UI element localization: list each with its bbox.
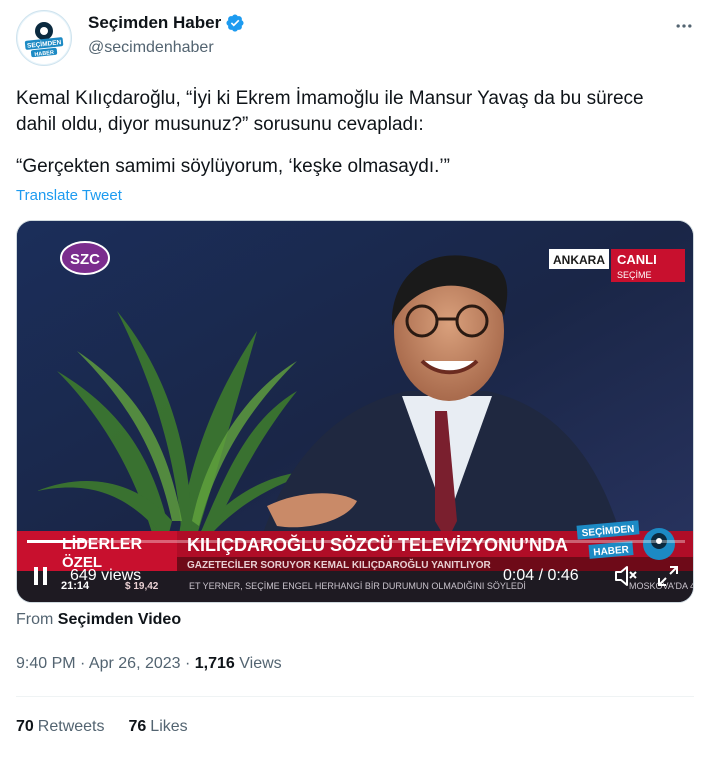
author-name-row: Seçimden Haber xyxy=(88,13,245,33)
program-title-line-1: LİDERLER xyxy=(62,535,142,553)
progress-fill xyxy=(27,540,85,543)
expand-icon xyxy=(658,566,678,586)
retweets-label: Retweets xyxy=(37,718,105,735)
subheadline: GAZETECİLER SORUYOR KEMAL KILIÇDAROĞLU Y… xyxy=(187,558,491,571)
author-handle[interactable]: @secimdenhaber xyxy=(88,39,214,57)
retweets-stat[interactable]: 70 Retweets xyxy=(16,718,105,736)
tweet-paragraph-1: Kemal Kılıçdaroğlu, “İyi ki Ekrem İmamoğ… xyxy=(16,88,644,135)
tweet-meta: 9:40 PM · Apr 26, 2023 · 1,716 Views xyxy=(16,655,282,673)
source-prefix: From xyxy=(16,611,54,628)
speaker-muted-icon xyxy=(615,566,637,586)
live-subtag: SEÇİME xyxy=(617,270,652,280)
likes-label: Likes xyxy=(150,718,188,735)
channel-logo: SZC xyxy=(70,251,100,268)
video-frame: SZC ANKARA CANLI SEÇİME LİDERLER ÖZEL KI… xyxy=(17,221,693,602)
pause-button[interactable] xyxy=(33,566,49,586)
timestamp-link[interactable]: 9:40 PM · Apr 26, 2023 xyxy=(16,655,181,672)
retweets-count: 70 xyxy=(16,718,34,735)
live-tag: CANLI xyxy=(617,252,657,267)
fullscreen-button[interactable] xyxy=(657,565,679,587)
likes-stat[interactable]: 76 Likes xyxy=(129,718,188,736)
views-count: 1,716 xyxy=(194,655,235,672)
more-dots-icon xyxy=(676,24,692,28)
verified-badge-icon[interactable] xyxy=(225,13,245,33)
video-player[interactable]: SZC ANKARA CANLI SEÇİME LİDERLER ÖZEL KI… xyxy=(16,220,694,603)
more-options-button[interactable] xyxy=(672,14,696,38)
likes-count: 76 xyxy=(128,718,147,735)
news-ticker: ET YERNER, SEÇİME ENGEL HERHANGİ BİR DUR… xyxy=(189,581,526,591)
view-count: 649 views xyxy=(70,567,142,584)
divider xyxy=(16,696,694,697)
meta-separator: · xyxy=(185,655,191,672)
pause-icon xyxy=(34,567,47,585)
video-source: From Seçimden Video xyxy=(16,611,181,629)
avatar[interactable]: SEÇİMDEN HABER xyxy=(16,10,72,66)
translate-tweet-link[interactable]: Translate Tweet xyxy=(16,187,122,204)
progress-track[interactable] xyxy=(27,540,685,543)
mute-button[interactable] xyxy=(614,565,638,587)
tweet-paragraph-2: “Gerçekten samimi söylüyorum, ‘keşke olm… xyxy=(16,156,450,177)
source-name-link[interactable]: Seçimden Video xyxy=(58,611,181,628)
location-tag: ANKARA xyxy=(553,253,605,267)
tweet-text: Kemal Kılıçdaroğlu, “İyi ki Ekrem İmamoğ… xyxy=(16,86,656,180)
author-display-name[interactable]: Seçimden Haber xyxy=(88,13,221,33)
engagement-stats: 70 Retweets 76 Likes xyxy=(16,718,188,736)
time-display: 0:04 / 0:46 xyxy=(503,567,579,584)
headline: KILIÇDAROĞLU SÖZCÜ TELEVİZYONU’NDA xyxy=(187,534,568,555)
avatar-logo-icon: SEÇİMDEN HABER xyxy=(18,12,70,64)
views-label: Views xyxy=(239,655,282,672)
